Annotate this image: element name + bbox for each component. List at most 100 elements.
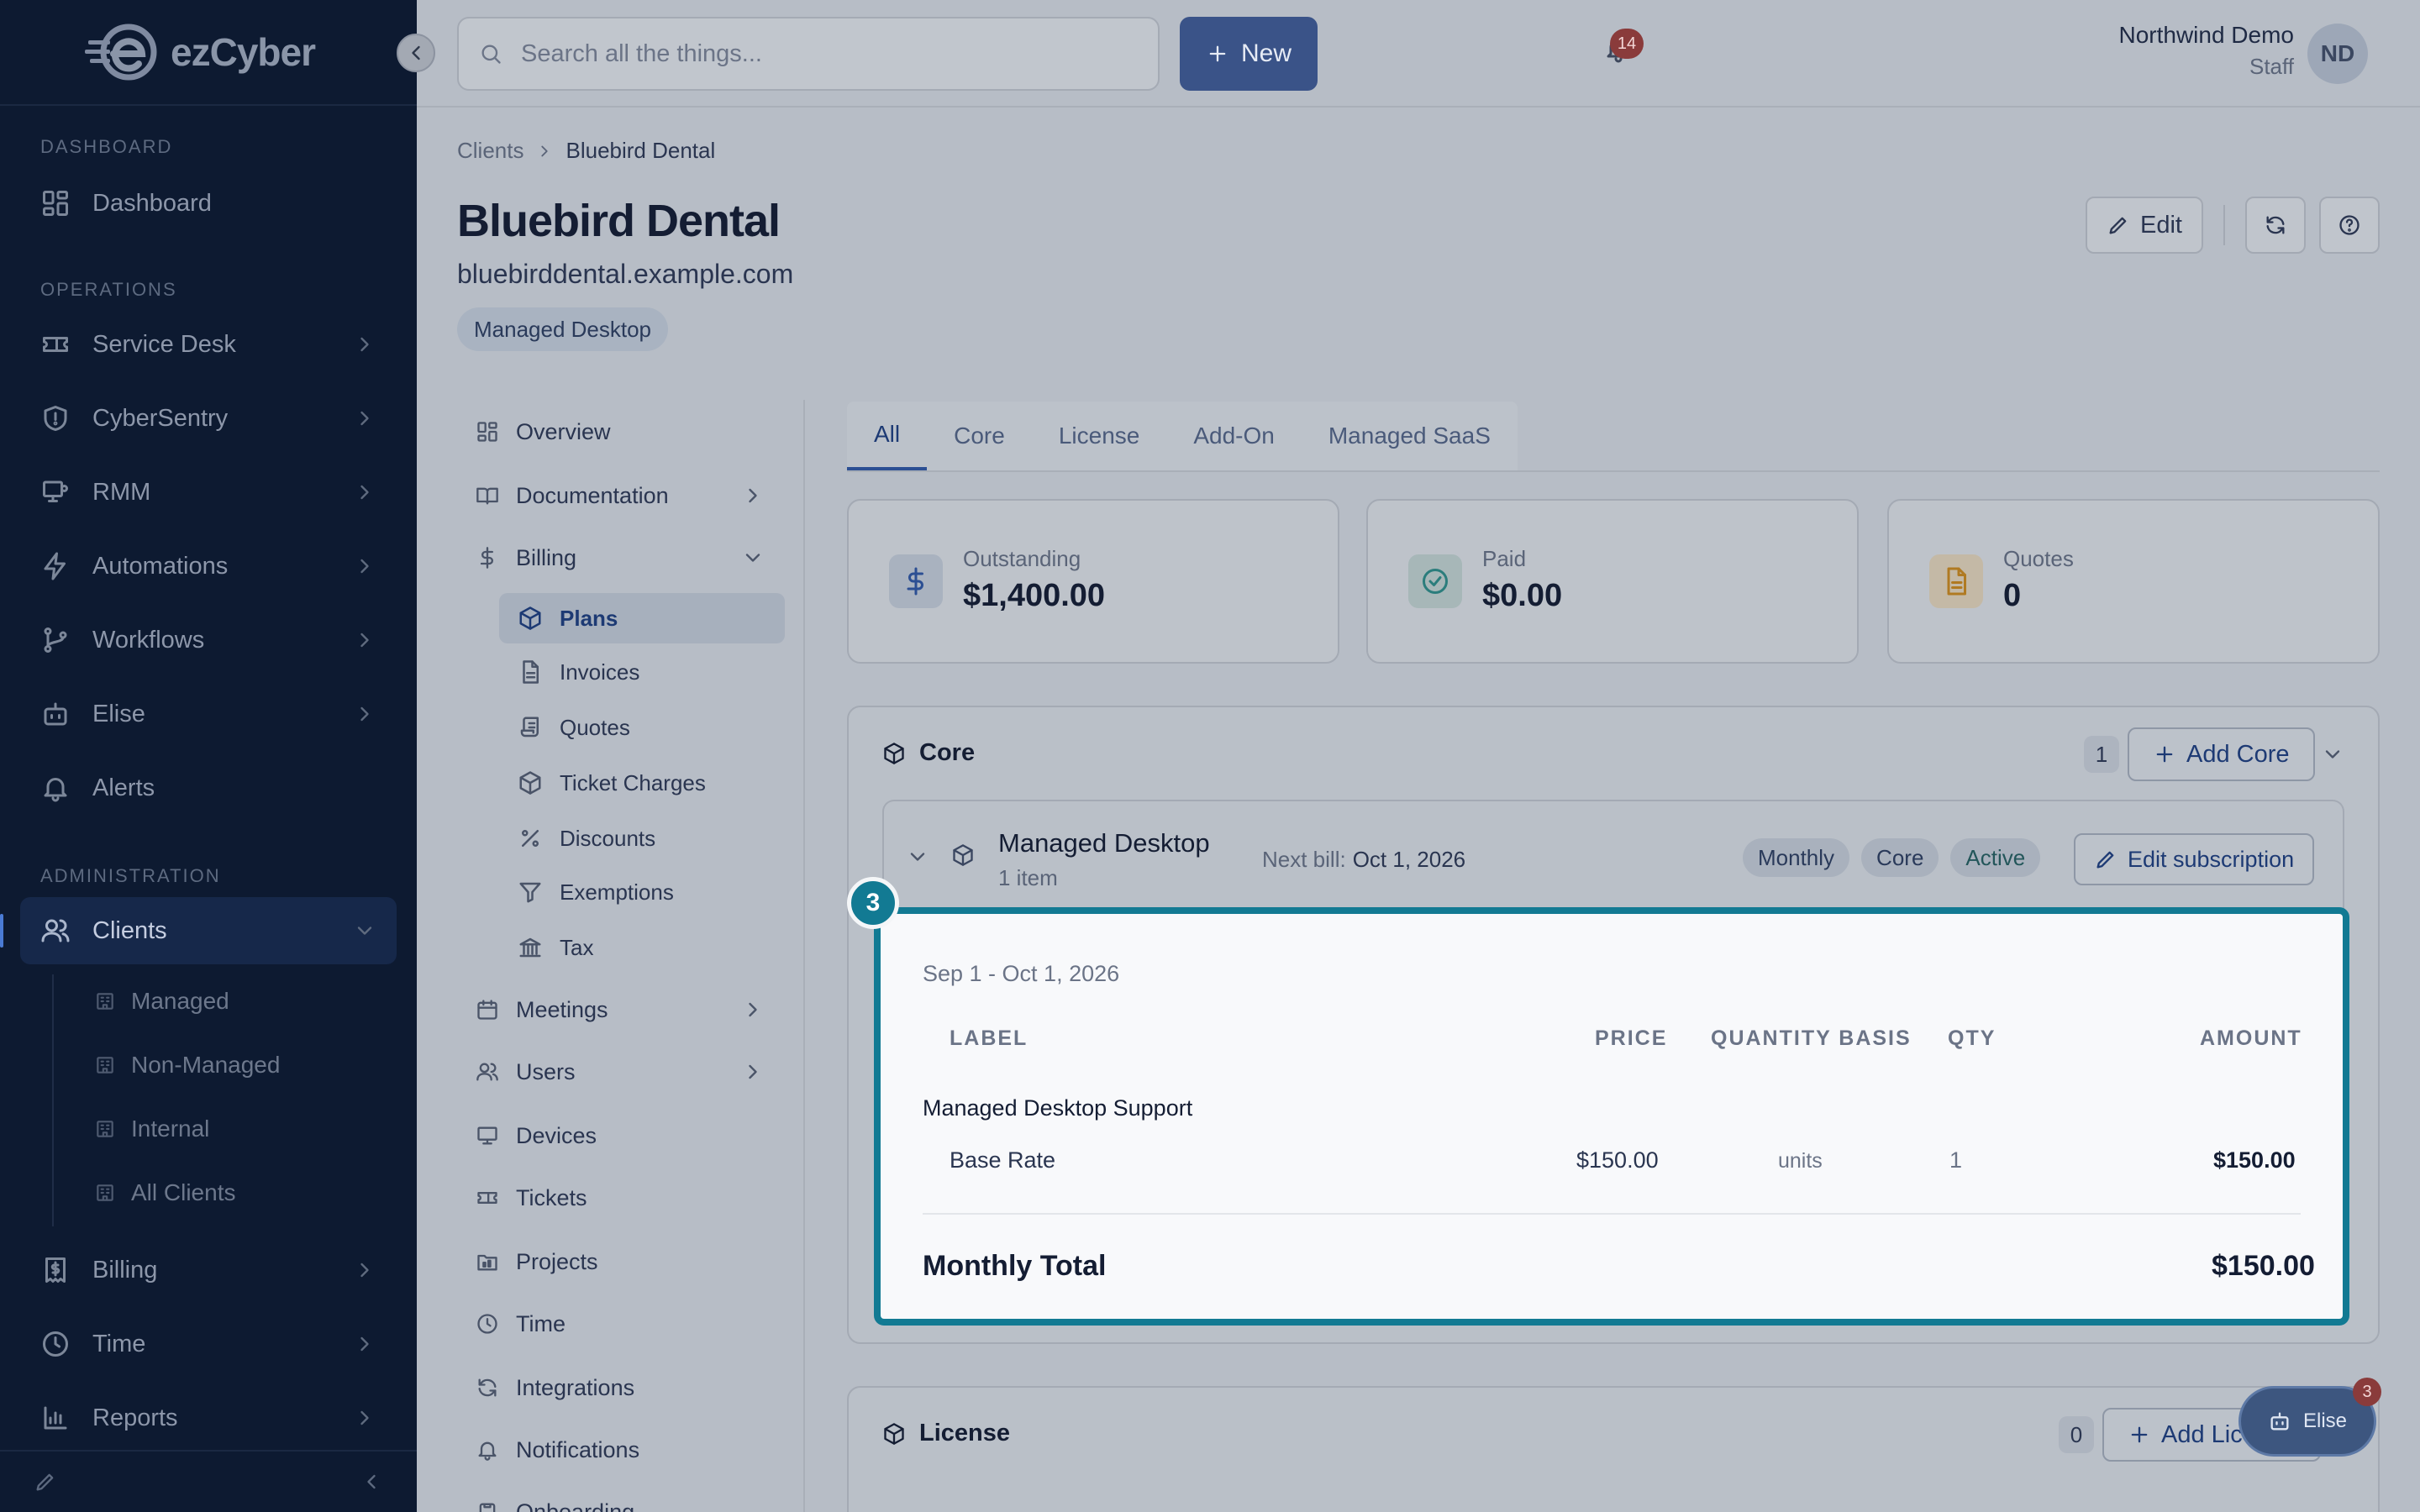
stat-label: Outstanding (963, 546, 1081, 571)
sidebar-item-rmm[interactable]: RMM (20, 459, 397, 526)
license-section: License 0 Add License (847, 1386, 2380, 1512)
col-header-price: PRICE (1595, 1026, 1668, 1050)
box-icon (519, 771, 541, 795)
sidebar-subitem-internal[interactable]: Internal (94, 1105, 209, 1152)
sidebar-item-label: RMM (92, 478, 151, 506)
col-header-amount: AMOUNT (2200, 1026, 2302, 1050)
building-icon (97, 1121, 113, 1137)
chevron-left-icon (412, 45, 420, 60)
tab-core[interactable]: Core (927, 402, 1032, 470)
search-box[interactable] (457, 17, 1160, 91)
subnav-billing[interactable]: Billing (476, 533, 786, 583)
billing-period: Sep 1 - Oct 1, 2026 (923, 961, 1120, 986)
subnav-devices[interactable]: Devices (476, 1110, 786, 1161)
row-quantity-basis: units (1778, 1149, 1823, 1173)
plus-icon (2156, 746, 2173, 763)
subnav-time[interactable]: Time (476, 1299, 786, 1349)
stat-label: Quotes (2003, 546, 2074, 571)
subnav-integrations[interactable]: Integrations (476, 1362, 786, 1413)
tab-managed-saas[interactable]: Managed SaaS (1302, 402, 1518, 470)
subnav-documentation[interactable]: Documentation (476, 470, 786, 521)
tab-all[interactable]: All (847, 402, 928, 470)
help-button[interactable] (2319, 197, 2380, 254)
chevron-down-icon[interactable] (906, 845, 929, 869)
subscription-name: Managed Desktop (998, 828, 1210, 858)
chevron-right-icon (360, 485, 369, 500)
edit-client-button[interactable]: Edit (2086, 197, 2203, 254)
subnav-billing-tax[interactable]: Tax (499, 922, 785, 973)
sidebar-item-alerts[interactable]: Alerts (20, 754, 397, 822)
chevron-down-icon (357, 927, 372, 935)
sidebar-subitem-managed[interactable]: Managed (94, 978, 229, 1025)
monitor-settings-icon (43, 480, 68, 502)
refresh-icon (478, 1378, 497, 1397)
tab-license[interactable]: License (1032, 402, 1167, 470)
grid-icon (43, 191, 68, 216)
subnav-billing-exemptions[interactable]: Exemptions (499, 867, 785, 917)
subnav-users[interactable]: Users (476, 1047, 786, 1097)
stat-card-outstanding: Outstanding $1,400.00 (847, 499, 1339, 664)
sidebar-subitem-all-clients[interactable]: All Clients (94, 1169, 235, 1216)
clock-icon (477, 1314, 497, 1334)
subnav-overview[interactable]: Overview (476, 407, 786, 457)
plan-tabs: All Core License Add-On Managed SaaS (847, 402, 1518, 470)
subnav-billing-quotes[interactable]: Quotes (499, 702, 785, 753)
subnav-billing-ticket-charges[interactable]: Ticket Charges (499, 758, 785, 808)
chevron-down-icon[interactable] (2321, 743, 2344, 766)
chevron-left-icon[interactable] (360, 1470, 383, 1494)
sidebar-item-label: CyberSentry (92, 404, 229, 432)
subnav-billing-invoices[interactable]: Invoices (499, 647, 785, 697)
file-text-icon (523, 660, 539, 684)
subnav-tickets[interactable]: Tickets (476, 1173, 786, 1223)
sidebar-item-automations[interactable]: Automations (20, 533, 397, 600)
chevron-down-icon (745, 554, 760, 562)
sidebar-item-dashboard[interactable]: Dashboard (20, 170, 397, 237)
chevron-right-icon (360, 411, 369, 426)
user-name: Northwind Demo (2118, 22, 2294, 48)
tab-add-on[interactable]: Add-On (1166, 402, 1302, 470)
subnav-notifications[interactable]: Notifications (476, 1425, 786, 1475)
subscription-item-count: 1 item (998, 865, 1058, 890)
sidebar-item-clients[interactable]: Clients (0, 897, 397, 964)
collapse-sidebar-button[interactable] (397, 34, 435, 72)
sidebar-item-time[interactable]: Time (20, 1310, 397, 1378)
search-input[interactable] (521, 39, 1109, 68)
subnav-meetings[interactable]: Meetings (476, 984, 786, 1035)
step-badge: 3 (847, 877, 899, 929)
users-icon (41, 919, 70, 942)
client-plan-tag: Managed Desktop (457, 307, 669, 351)
refresh-button[interactable] (2245, 197, 2306, 254)
user-menu[interactable]: Northwind Demo Staff (2118, 22, 2294, 80)
sidebar-item-elise[interactable]: Elise (20, 680, 397, 748)
subscription-card: Managed Desktop 1 item Next bill: Oct 1,… (882, 800, 2344, 911)
edit-subscription-button[interactable]: Edit subscription (2074, 833, 2315, 885)
git-branch-icon (44, 627, 67, 653)
divider (923, 1213, 2301, 1215)
subnav-billing-discounts[interactable]: Discounts (499, 813, 785, 864)
pencil-icon[interactable] (34, 1470, 57, 1494)
subnav-onboarding[interactable]: Onboarding (476, 1487, 786, 1512)
robot-icon (2270, 1412, 2289, 1431)
sidebar-footer (0, 1450, 417, 1512)
chevron-right-icon (360, 1336, 369, 1352)
ticket-icon (477, 1192, 497, 1204)
breadcrumb-clients[interactable]: Clients (457, 138, 523, 164)
subnav-projects[interactable]: Projects (476, 1236, 786, 1287)
sidebar-item-service-desk[interactable]: Service Desk (20, 311, 397, 378)
divider (847, 470, 2380, 472)
sidebar-item-workflows[interactable]: Workflows (20, 606, 397, 674)
sidebar-item-billing[interactable]: Billing (20, 1236, 397, 1304)
brand-logo[interactable]: ezCyber (0, 0, 417, 106)
sidebar-item-reports[interactable]: Reports (20, 1384, 397, 1452)
chevron-right-icon (541, 145, 549, 156)
add-core-button[interactable]: Add Core (2128, 727, 2315, 781)
sidebar-item-label: Workflows (92, 626, 205, 654)
stat-card-quotes: Quotes 0 (1887, 499, 2380, 664)
row-amount: $150.00 (2213, 1147, 2296, 1173)
avatar[interactable]: ND (2307, 24, 2368, 84)
sidebar-item-cybersentry[interactable]: CyberSentry (20, 385, 397, 452)
subnav-billing-plans[interactable]: Plans (499, 593, 785, 643)
user-role: Staff (2249, 54, 2294, 79)
new-button[interactable]: New (1180, 17, 1318, 91)
sidebar-subitem-non-managed[interactable]: Non-Managed (94, 1042, 280, 1089)
